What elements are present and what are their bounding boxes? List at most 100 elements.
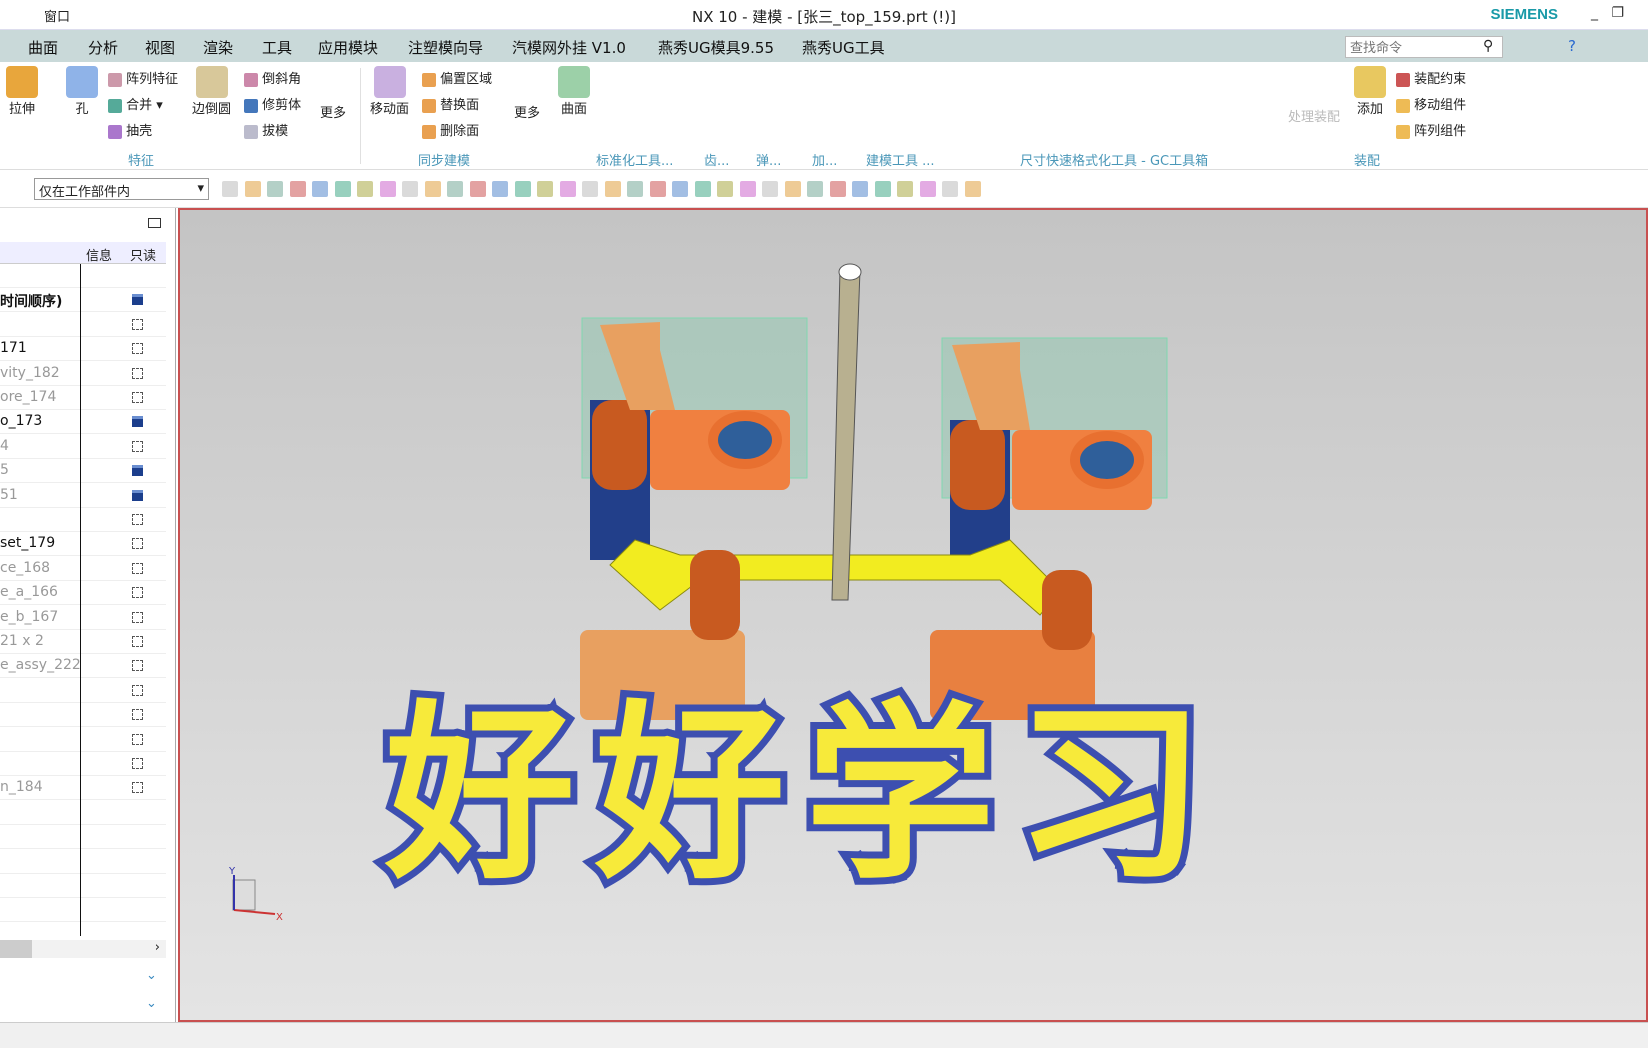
surface-button[interactable]: 曲面 bbox=[558, 66, 590, 117]
toolbar-tool-icon[interactable] bbox=[537, 181, 553, 197]
pattern-component-button[interactable]: 阵列组件 bbox=[1396, 120, 1466, 139]
sync-more-button[interactable]: 更多 bbox=[514, 102, 540, 121]
tree-row[interactable]: 51 bbox=[0, 484, 166, 508]
toolbar-tool-icon[interactable] bbox=[447, 181, 463, 197]
move-component-button[interactable]: 移动组件 bbox=[1396, 94, 1466, 113]
tree-row[interactable]: vity_182 bbox=[0, 362, 166, 386]
menu-item[interactable]: 曲面 bbox=[28, 37, 58, 58]
draft-button[interactable]: 拔模 bbox=[244, 120, 288, 139]
tree-row[interactable]: 5 bbox=[0, 459, 166, 484]
column-info[interactable]: 信息 bbox=[86, 245, 112, 264]
toolbar-tool-icon[interactable] bbox=[852, 181, 868, 197]
toolbar-tool-icon[interactable] bbox=[897, 181, 913, 197]
toolbar-tool-icon[interactable] bbox=[739, 181, 756, 197]
toolbar-tool-icon[interactable] bbox=[469, 181, 486, 197]
tree-row[interactable]: 171 bbox=[0, 337, 166, 362]
tree-row[interactable]: e_a_166 bbox=[0, 581, 166, 606]
edge-blend-button[interactable]: 边倒圆 bbox=[192, 66, 231, 117]
maximize-icon[interactable] bbox=[148, 218, 161, 228]
tree-row[interactable]: 时间顺序) bbox=[0, 288, 166, 313]
tree-row[interactable] bbox=[0, 264, 166, 288]
expand-chevron-icon[interactable]: ⌄ bbox=[146, 968, 157, 983]
tree-row[interactable]: set_179 bbox=[0, 532, 166, 557]
toolbar-tool-icon[interactable] bbox=[784, 181, 801, 197]
toolbar-tool-icon[interactable] bbox=[244, 181, 261, 197]
toolbar-tool-icon[interactable] bbox=[559, 181, 576, 197]
shell-button[interactable]: 抽壳 bbox=[108, 120, 152, 139]
minimize-icon[interactable]: _ bbox=[1591, 5, 1598, 21]
toolbar-tool-icon[interactable] bbox=[919, 181, 936, 197]
help-icon[interactable]: ? bbox=[1568, 37, 1576, 55]
tree-row[interactable]: e_assy_222 bbox=[0, 654, 166, 679]
tree-row[interactable] bbox=[0, 313, 166, 337]
delete-face-button[interactable]: 删除面 bbox=[422, 120, 479, 139]
tree-row[interactable]: ore_174 bbox=[0, 386, 166, 410]
menu-item[interactable]: 分析 bbox=[88, 37, 118, 58]
tree-row[interactable] bbox=[0, 874, 166, 898]
tree-row[interactable]: e_b_167 bbox=[0, 606, 166, 630]
search-icon[interactable]: ⚲ bbox=[1483, 38, 1493, 54]
menu-item[interactable]: 注塑模向导 bbox=[408, 37, 483, 58]
tree-row[interactable] bbox=[0, 508, 166, 532]
toolbar-tool-icon[interactable] bbox=[379, 181, 396, 197]
tree-row[interactable] bbox=[0, 679, 166, 703]
tree-row[interactable] bbox=[0, 898, 166, 923]
tree-row[interactable] bbox=[0, 728, 166, 752]
unite-button[interactable]: 合并 ▾ bbox=[108, 94, 163, 113]
restore-icon[interactable]: ❐ bbox=[1611, 5, 1624, 21]
tree-row[interactable] bbox=[0, 801, 166, 825]
tree-row[interactable]: o_173 bbox=[0, 410, 166, 435]
toolbar-tool-icon[interactable] bbox=[649, 181, 666, 197]
move-face-button[interactable]: 移动面 bbox=[370, 66, 409, 117]
toolbar-tool-icon[interactable] bbox=[964, 181, 981, 197]
assembly-constraint-button[interactable]: 装配约束 bbox=[1396, 68, 1466, 87]
toolbar-tool-icon[interactable] bbox=[222, 181, 238, 197]
menu-item[interactable]: 渲染 bbox=[203, 37, 233, 58]
menu-item[interactable]: 视图 bbox=[145, 37, 175, 58]
toolbar-tool-icon[interactable] bbox=[402, 181, 418, 197]
toolbar-tool-icon[interactable] bbox=[514, 181, 531, 197]
toolbar-tool-icon[interactable] bbox=[289, 181, 306, 197]
column-readonly[interactable]: 只读 bbox=[130, 245, 156, 264]
pattern-feature-button[interactable]: 阵列特征 bbox=[108, 68, 178, 87]
toolbar-tool-icon[interactable] bbox=[807, 181, 823, 197]
replace-face-button[interactable]: 替换面 bbox=[422, 94, 479, 113]
menu-item[interactable]: 燕秀UG工具 bbox=[802, 37, 885, 58]
offset-region-button[interactable]: 偏置区域 bbox=[422, 68, 492, 87]
process-assembly-button[interactable]: 处理装配 bbox=[1288, 106, 1340, 125]
toolbar-tool-icon[interactable] bbox=[717, 181, 733, 197]
toolbar-tool-icon[interactable] bbox=[267, 181, 283, 197]
tree-row[interactable]: n_184 bbox=[0, 776, 166, 801]
menu-item[interactable]: 应用模块 bbox=[318, 37, 378, 58]
toolbar-tool-icon[interactable] bbox=[874, 181, 891, 197]
toolbar-tool-icon[interactable] bbox=[829, 181, 846, 197]
trim-body-button[interactable]: 修剪体 bbox=[244, 94, 301, 113]
tree-row[interactable] bbox=[0, 825, 166, 850]
tree-row[interactable] bbox=[0, 752, 166, 776]
toolbar-tool-icon[interactable] bbox=[604, 181, 621, 197]
menu-item[interactable]: 燕秀UG模具9.55 bbox=[658, 37, 774, 58]
hole-button[interactable]: 孔 bbox=[66, 66, 98, 117]
tree-row[interactable]: 4 bbox=[0, 435, 166, 459]
tree-row[interactable]: 21 x 2 bbox=[0, 630, 166, 654]
toolbar-tool-icon[interactable] bbox=[334, 181, 351, 197]
toolbar-tool-icon[interactable] bbox=[694, 181, 711, 197]
tree-row[interactable] bbox=[0, 703, 166, 728]
tree-row[interactable] bbox=[0, 850, 166, 874]
toolbar-tool-icon[interactable] bbox=[312, 181, 328, 197]
toolbar-tool-icon[interactable] bbox=[672, 181, 688, 197]
toolbar-tool-icon[interactable] bbox=[627, 181, 643, 197]
expand-chevron-icon[interactable]: ⌄ bbox=[146, 996, 157, 1011]
menu-item[interactable]: 工具 bbox=[262, 37, 292, 58]
toolbar-tool-icon[interactable] bbox=[942, 181, 958, 197]
feature-more-button[interactable]: 更多 bbox=[320, 102, 346, 121]
toolbar-tool-icon[interactable] bbox=[424, 181, 441, 197]
menu-item[interactable]: 汽模网外挂 V1.0 bbox=[512, 37, 626, 58]
extrude-button[interactable]: 拉伸 bbox=[6, 66, 38, 117]
toolbar-tool-icon[interactable] bbox=[582, 181, 598, 197]
chamfer-button[interactable]: 倒斜角 bbox=[244, 68, 301, 87]
toolbar-tool-icon[interactable] bbox=[357, 181, 373, 197]
tree-row[interactable]: ce_168 bbox=[0, 557, 166, 581]
horizontal-scrollbar[interactable]: › bbox=[0, 940, 166, 958]
add-component-button[interactable]: 添加 bbox=[1354, 66, 1386, 117]
